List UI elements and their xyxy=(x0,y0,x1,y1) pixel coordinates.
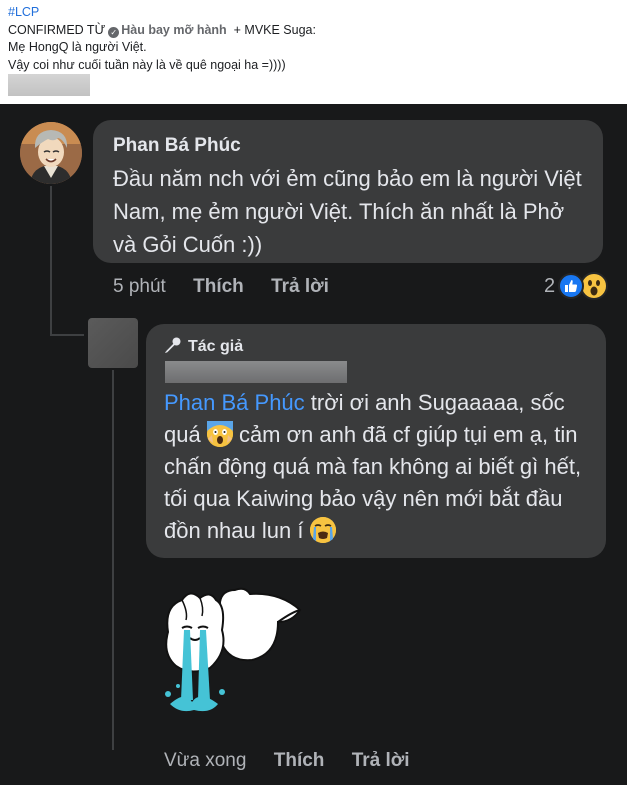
reply-author-blurred xyxy=(165,361,347,383)
blurred-region xyxy=(8,74,90,96)
avatar[interactable] xyxy=(20,122,82,184)
post-line1-prefix: CONFIRMED TỪ xyxy=(8,22,106,37)
post-line1-suffix: + MVKE Suga: xyxy=(233,22,316,37)
reply-avatar[interactable] xyxy=(88,318,138,368)
author-badge-label: Tác giả xyxy=(188,338,244,355)
post-line-3: Vậy coi như cuối tuần này là về quê ngoạ… xyxy=(8,57,286,72)
reply-button[interactable]: Trả lời xyxy=(271,276,329,297)
post-text: #LCP CONFIRMED TỪ ✓ Hàu bay mỡ hành + MVKE… xyxy=(8,4,620,74)
post-line-1: CONFIRMED TỪ ✓ Hàu bay mỡ hành + MVKE Suga… xyxy=(8,22,620,40)
mention-link[interactable]: Phan Bá Phúc xyxy=(164,390,305,415)
reaction-summary[interactable]: 2 xyxy=(544,271,609,301)
comment-screenshot: Phan Bá Phúc Đầu năm nch với ẻm cũng bảo… xyxy=(0,104,627,785)
comment-actions: 5 phút Thích Trả lời xyxy=(113,275,351,299)
reply-reply-button[interactable]: Trả lời xyxy=(352,750,410,771)
reply-text: Phan Bá Phúc trời ơi anh Sugaaaaa, sốc q… xyxy=(164,387,588,547)
scream-emoji-icon xyxy=(206,421,233,447)
post-line-2: Mẹ HongQ là người Việt. xyxy=(8,40,147,54)
author-badge: Tác giả xyxy=(164,336,588,358)
verified-icon: ✓ xyxy=(108,26,120,38)
microphone-icon xyxy=(164,336,182,359)
reaction-count: 2 xyxy=(544,274,556,297)
reply-bubble: Tác giả Phan Bá Phúc trời ơi anh Sugaaaa… xyxy=(146,324,606,558)
thread-line-branch xyxy=(50,334,84,336)
comment-bubble: Phan Bá Phúc Đầu năm nch với ẻm cũng bảo… xyxy=(93,120,603,263)
wow-icon xyxy=(580,272,609,300)
comment-timestamp[interactable]: 5 phút xyxy=(113,276,166,297)
crying-emoji-icon xyxy=(309,517,336,543)
post-hashtag[interactable]: #LCP xyxy=(8,4,620,22)
reply-timestamp[interactable]: Vừa xong xyxy=(164,750,246,771)
like-icon xyxy=(558,273,585,299)
comment-text: Đầu năm nch với ẻm cũng bảo em là người … xyxy=(113,166,582,257)
crying-bunny-sticker[interactable] xyxy=(160,582,310,722)
reply-like-button[interactable]: Thích xyxy=(274,750,325,771)
page-name-link[interactable]: Hàu bay mỡ hành xyxy=(121,23,226,37)
reply-actions: Vừa xong Thích Trả lời xyxy=(164,749,432,773)
reply-thread-line xyxy=(112,370,114,750)
like-button[interactable]: Thích xyxy=(193,276,244,297)
thread-line xyxy=(50,186,52,336)
comment-author[interactable]: Phan Bá Phúc xyxy=(113,134,583,158)
